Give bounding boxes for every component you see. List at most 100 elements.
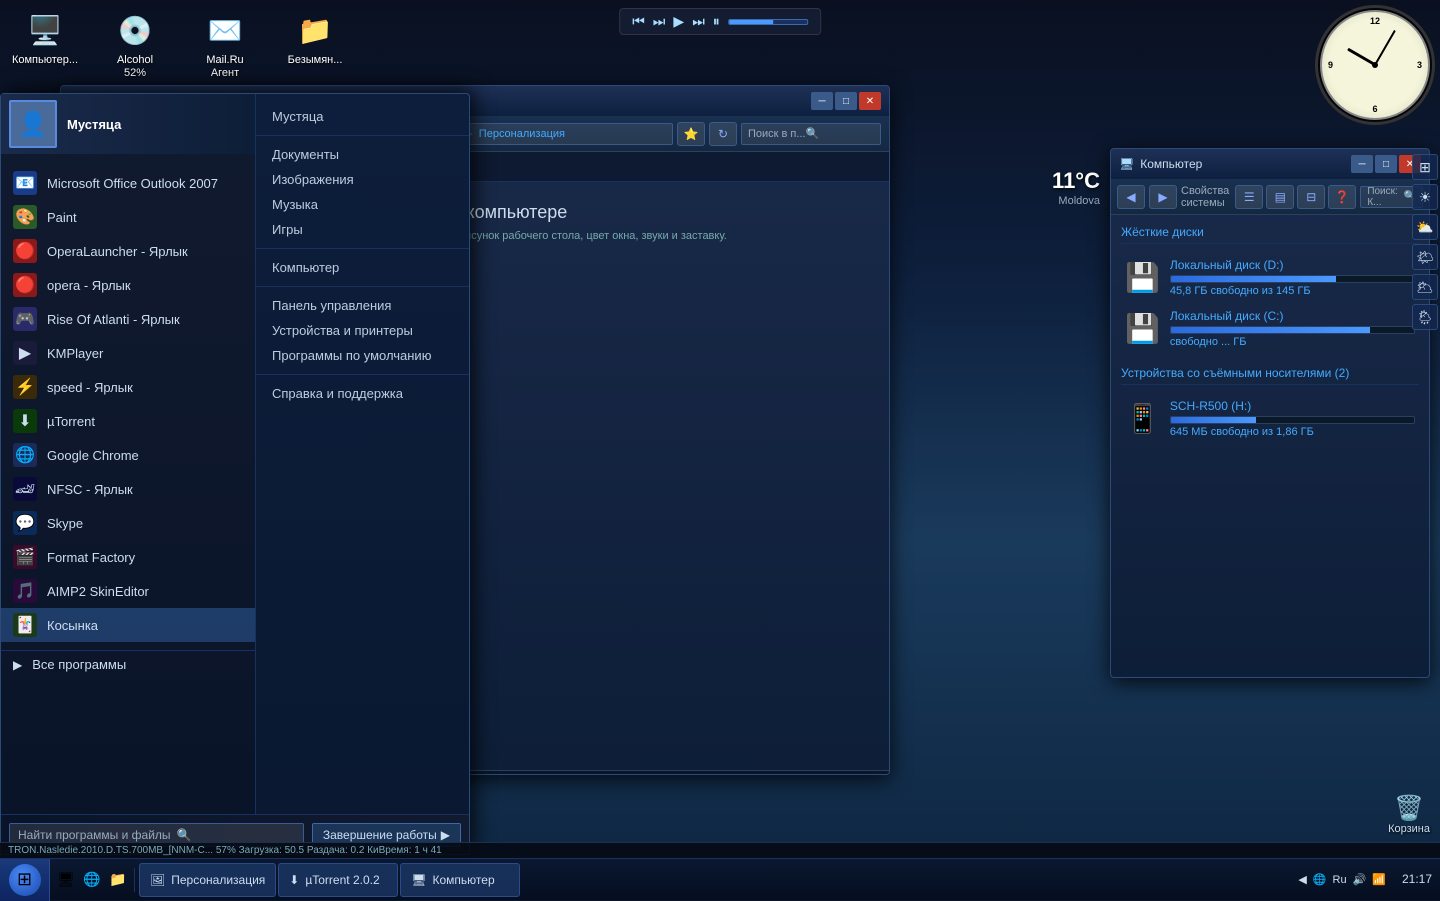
drive-h-name[interactable]: SCH-R500 (H:) <box>1170 399 1415 413</box>
start-right-default-programs[interactable]: Программы по умолчанию <box>256 343 469 368</box>
drive-item-d[interactable]: 💾 Локальный диск (D:) 45,8 ГБ свободно и… <box>1121 252 1419 303</box>
recycle-bin[interactable]: 🗑️ Корзина <box>1388 794 1430 835</box>
start-right-computer[interactable]: Компьютер <box>256 255 469 280</box>
computer-views-btn[interactable]: ☰ <box>1235 185 1263 209</box>
media-play-btn[interactable]: ▶ <box>673 13 684 30</box>
taskbar-item-computer[interactable]: 🖥 Компьютер <box>400 863 520 897</box>
side-icon-1[interactable]: ⊞ <box>1412 154 1438 180</box>
computer-back-btn[interactable]: ◀ <box>1117 185 1145 209</box>
computer-window: 🖥 Компьютер ─ □ ✕ ◀ ▶ Свойства системы ☰… <box>1110 148 1430 678</box>
start-right-div-3 <box>256 286 469 287</box>
start-item-rise-label: Rise Of Atlanti - Ярлык <box>47 312 180 327</box>
close-button[interactable]: ✕ <box>859 92 881 110</box>
refresh-btn[interactable]: ↻ <box>709 122 737 146</box>
drive-c-name[interactable]: Локальный диск (C:) <box>1170 309 1415 323</box>
favorites-btn[interactable]: ⭐ <box>677 122 705 146</box>
media-prev2-btn[interactable]: ⏭ <box>653 13 666 30</box>
computer-view-btn[interactable]: ⊟ <box>1297 185 1325 209</box>
start-item-format-factory[interactable]: 🎬 Format Factory <box>1 540 255 574</box>
computer-minimize-btn[interactable]: ─ <box>1351 155 1373 173</box>
quick-launch-3[interactable]: 📁 <box>106 868 130 892</box>
drive-d-free: 45,8 ГБ свободно из 145 ГБ <box>1170 285 1415 297</box>
start-item-paint-label: Paint <box>47 210 77 225</box>
start-right-mustaca[interactable]: Мустяца <box>256 104 469 129</box>
drive-item-c[interactable]: 💾 Локальный диск (C:) свободно ... ГБ <box>1121 303 1419 354</box>
taskbar-computer-icon: 🖥 <box>411 873 426 887</box>
side-icon-3[interactable]: ⛅ <box>1412 214 1438 240</box>
start-item-nfsc[interactable]: 🏎 NFSC - Ярлык <box>1 472 255 506</box>
clock-widget: 12 3 6 9 <box>1315 5 1435 125</box>
media-progress-fill <box>729 20 773 24</box>
desktop-icon-unnamed[interactable]: 📁 Безымян... <box>280 10 350 80</box>
search-bar[interactable]: Поиск в п... 🔍 <box>741 123 881 145</box>
minimize-button[interactable]: ─ <box>811 92 833 110</box>
computer-maximize-btn[interactable]: □ <box>1375 155 1397 173</box>
all-programs-arrow: ▶ <box>13 658 22 672</box>
drive-item-h[interactable]: 📱 SCH-R500 (H:) 645 МБ свободно из 1,86 … <box>1121 393 1419 444</box>
side-icon-5[interactable]: 🌥 <box>1412 274 1438 300</box>
address-path-3: Персонализация <box>479 128 565 140</box>
desktop-icon-computer[interactable]: 🖥️ Компьютер... <box>10 10 80 80</box>
computer-title-text: Компьютер <box>1140 157 1202 171</box>
drive-c-bar <box>1170 326 1415 334</box>
taskbar-items: 🖼 Персонализация ⬇ µTorrent 2.0.2 🖥 Комп… <box>135 859 1290 900</box>
start-item-paint[interactable]: 🎨 Paint <box>1 200 255 234</box>
media-pause-btn[interactable]: ⏸ <box>713 13 720 30</box>
start-item-utorrent[interactable]: ⬇ µTorrent <box>1 404 255 438</box>
removable-section: Устройства со съёмными носителями (2) 📱 … <box>1121 366 1419 444</box>
desktop-icon-mail-agent[interactable]: ✉️ Mail.RuАгент <box>190 10 260 80</box>
start-item-outlook-label: Microsoft Office Outlook 2007 <box>47 176 218 191</box>
start-item-skype-label: Skype <box>47 516 83 531</box>
start-item-opera-launcher[interactable]: 🔴 OperaLauncher - Ярлык <box>1 234 255 268</box>
start-button[interactable]: ⊞ <box>0 859 50 901</box>
computer-forward-btn[interactable]: ▶ <box>1149 185 1177 209</box>
desktop-icons-top: 🖥️ Компьютер... 💿 Alcohol52% ✉️ Mail.RuА… <box>10 10 350 80</box>
drive-h-info: SCH-R500 (H:) 645 МБ свободно из 1,86 ГБ <box>1170 399 1415 438</box>
drive-h-fill <box>1171 417 1256 423</box>
all-programs-btn[interactable]: ▶ Все программы <box>1 651 255 678</box>
start-item-speed[interactable]: ⚡ speed - Ярлык <box>1 370 255 404</box>
start-item-google-chrome[interactable]: 🌐 Google Chrome <box>1 438 255 472</box>
start-item-aimp2[interactable]: 🎵 AIMP2 SkinEditor <box>1 574 255 608</box>
side-icon-2[interactable]: ☀ <box>1412 184 1438 210</box>
toolbar-icons: ⭐ ↻ <box>677 122 737 146</box>
start-item-chrome-label: Google Chrome <box>47 448 139 463</box>
computer-details-btn[interactable]: ▤ <box>1266 185 1294 209</box>
side-taskbar: ⊞ ☀ ⛅ 🌤 🌥 🌦 <box>1408 150 1440 334</box>
side-icon-4[interactable]: 🌤 <box>1412 244 1438 270</box>
start-item-kmplayer[interactable]: ▶ KMPlayer <box>1 336 255 370</box>
start-right-help[interactable]: Справка и поддержка <box>256 381 469 406</box>
drives-section-title: Жёсткие диски <box>1121 225 1419 244</box>
start-right-control-panel[interactable]: Панель управления <box>256 293 469 318</box>
start-right-documents[interactable]: Документы <box>256 142 469 167</box>
side-icon-6[interactable]: 🌦 <box>1412 304 1438 330</box>
drive-d-name[interactable]: Локальный диск (D:) <box>1170 258 1415 272</box>
start-right-images[interactable]: Изображения <box>256 167 469 192</box>
start-right-games[interactable]: Игры <box>256 217 469 242</box>
start-item-rise-of-atlanti[interactable]: 🎮 Rise Of Atlanti - Ярлык <box>1 302 255 336</box>
quick-launch-2[interactable]: 🌐 <box>80 868 104 892</box>
taskbar-item-personalization[interactable]: 🖼 Персонализация <box>139 863 276 897</box>
format-factory-icon: 🎬 <box>13 545 37 569</box>
start-item-kosinka[interactable]: 🃏 Косынка <box>1 608 255 642</box>
shutdown-label: Завершение работы <box>323 828 437 842</box>
quick-launch-1[interactable]: 🖥 <box>54 868 78 892</box>
start-right-div-4 <box>256 374 469 375</box>
computer-help-btn[interactable]: ❓ <box>1328 185 1356 209</box>
start-item-opera[interactable]: 🔴 opera - Ярлык <box>1 268 255 302</box>
media-next-btn[interactable]: ⏭ <box>692 13 705 30</box>
start-user-bar: 👤 Мустяца <box>1 94 255 154</box>
tray-arrow[interactable]: ◀ <box>1298 873 1306 886</box>
desktop-icon-alcohol[interactable]: 💿 Alcohol52% <box>100 10 170 80</box>
media-prev-btn[interactable]: ⏮ <box>632 13 645 30</box>
taskbar-item-utorrent[interactable]: ⬇ µTorrent 2.0.2 <box>278 863 398 897</box>
maximize-button[interactable]: □ <box>835 92 857 110</box>
start-right-devices[interactable]: Устройства и принтеры <box>256 318 469 343</box>
removable-section-title: Устройства со съёмными носителями (2) <box>1121 366 1419 385</box>
quick-launch: 🖥 🌐 📁 <box>50 868 135 892</box>
drive-h-bar <box>1170 416 1415 424</box>
start-item-skype[interactable]: 💬 Skype <box>1 506 255 540</box>
start-right-music[interactable]: Музыка <box>256 192 469 217</box>
status-bar-text: TRON.Nasledie.2010.D.TS.700MB_[NNM-С... … <box>8 845 442 856</box>
start-item-outlook[interactable]: 📧 Microsoft Office Outlook 2007 <box>1 166 255 200</box>
